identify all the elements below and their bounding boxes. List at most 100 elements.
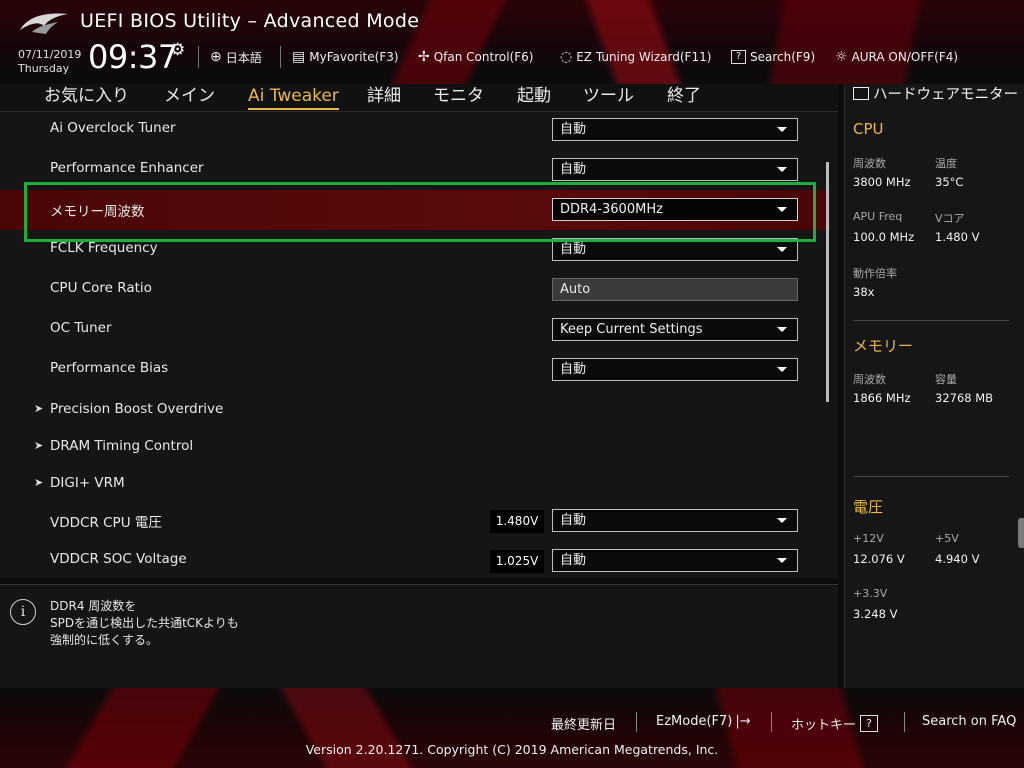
vddcr-cpu-voltage-select[interactable]: 自動 [552, 509, 798, 532]
ez-tuning-wizard-button[interactable]: ◌ EZ Tuning Wizard(F11) [560, 47, 711, 67]
help-text-line: 強制的に低くする。 [50, 633, 159, 647]
cpu-section-heading: CPU [853, 120, 884, 138]
globe-icon: ⊕ [210, 49, 222, 65]
apu-freq-label: APU Freq [853, 210, 903, 223]
dropdown-arrow-icon [777, 247, 787, 252]
submenu-precision-boost-overdrive[interactable]: ➤ Precision Boost Overdrive [0, 391, 830, 431]
setting-row-vddcr-soc-voltage[interactable]: VDDCR SOC Voltage 1.025V 自動 [0, 541, 830, 578]
memory-freq-label: 周波数 [853, 373, 886, 386]
footer-divider [771, 712, 772, 732]
setting-label: Performance Enhancer [50, 160, 204, 176]
header: UEFI BIOS Utility – Advanced Mode 07/11/… [0, 0, 1024, 84]
dropdown-arrow-icon [777, 558, 787, 563]
help-box-icon: ? [731, 50, 746, 64]
footer-divider [636, 712, 637, 732]
setting-label: DIGI+ VRM [50, 475, 125, 491]
hotkeys-button[interactable]: ホットキー ? [791, 714, 879, 733]
setting-label: Ai Overclock Tuner [50, 120, 176, 136]
tab-ai-tweaker[interactable]: Ai Tweaker [248, 84, 339, 112]
search-button[interactable]: ? Search(F9) [731, 47, 815, 67]
header-divider [280, 46, 281, 68]
monitor-icon [853, 87, 869, 100]
submenu-arrow-icon: ➤ [34, 439, 44, 452]
v12-value: 12.076 V [853, 552, 905, 566]
setting-label: OC Tuner [50, 320, 112, 336]
hardware-monitor-panel: ハードウェアモニター CPU 周波数 温度 3800 MHz 35°C APU … [844, 84, 1024, 688]
tab-monitor[interactable]: モニタ [433, 84, 484, 112]
lightbulb-icon: ◌ [560, 49, 573, 65]
settings-scrollbar[interactable] [826, 162, 829, 402]
time-display: 09:37 [88, 38, 178, 76]
qfan-control-button[interactable]: ✢ Qfan Control(F6) [418, 47, 533, 67]
setting-row-performance-bias[interactable]: Performance Bias 自動 [0, 350, 830, 390]
performance-bias-select[interactable]: 自動 [552, 358, 798, 381]
v5-label: +5V [935, 532, 959, 545]
help-info-panel: i DDR4 周波数を SPDを通じ検出した共通tCKよりも 強制的に低くする。 [0, 584, 838, 688]
aura-light-icon: ☼ [835, 49, 848, 65]
voltage-readout: 1.025V [490, 550, 544, 573]
dropdown-arrow-icon [777, 167, 787, 172]
setting-label: Performance Bias [50, 360, 169, 376]
setting-row-vddcr-cpu-voltage[interactable]: VDDCR CPU 電圧 1.480V 自動 [0, 501, 830, 541]
last-modified-button[interactable]: 最終更新日 [551, 714, 616, 733]
tab-advanced[interactable]: 詳細 [367, 84, 401, 112]
tab-main[interactable]: メイン [164, 84, 215, 112]
submenu-arrow-icon: ➤ [34, 402, 44, 415]
v5-value: 4.940 V [935, 552, 980, 566]
v12-label: +12V [853, 532, 884, 545]
tab-boot[interactable]: 起動 [517, 84, 551, 112]
setting-row-oc-tuner[interactable]: OC Tuner Keep Current Settings [0, 310, 830, 350]
voltage-readout: 1.480V [490, 510, 544, 533]
setting-row-cpu-core-ratio[interactable]: CPU Core Ratio Auto [0, 270, 830, 310]
favorite-list-icon: ▤ [292, 49, 306, 65]
rog-logo-icon [20, 13, 68, 34]
apu-freq-value: 100.0 MHz [853, 230, 915, 244]
dropdown-arrow-icon [777, 367, 787, 372]
submenu-dram-timing-control[interactable]: ➤ DRAM Timing Control [0, 428, 830, 468]
vcore-label: Vコア [935, 212, 965, 225]
tab-exit[interactable]: 終了 [667, 84, 701, 112]
help-text-line: SPDを通じ検出した共通tCKよりも [50, 616, 239, 630]
dropdown-arrow-icon [777, 327, 787, 332]
footer-divider [904, 712, 905, 732]
search-faq-button[interactable]: Search on FAQ [922, 714, 1016, 729]
selection-highlight-box [24, 182, 816, 242]
ezmode-button[interactable]: EzMode(F7) |→ [656, 714, 751, 729]
info-icon: i [10, 599, 36, 625]
myfavorite-button[interactable]: ▤ MyFavorite(F3) [292, 47, 399, 67]
monitor-divider [853, 320, 1009, 321]
setting-row-ai-overclock-tuner[interactable]: Ai Overclock Tuner 自動 [0, 112, 830, 150]
aura-toggle-button[interactable]: ☼ AURA ON/OFF(F4) [835, 47, 958, 67]
performance-enhancer-select[interactable]: 自動 [552, 158, 798, 181]
dropdown-arrow-icon [777, 518, 787, 523]
date-display: 07/11/2019 Thursday [18, 48, 82, 75]
cpu-freq-label: 周波数 [853, 157, 886, 170]
main-tabs: お気に入り メイン Ai Tweaker 詳細 モニタ 起動 ツール 終了 [0, 84, 838, 112]
setting-label: DRAM Timing Control [50, 438, 194, 454]
vddcr-soc-voltage-select[interactable]: 自動 [552, 549, 798, 572]
tab-tool[interactable]: ツール [583, 84, 634, 112]
cpu-temp-label: 温度 [935, 157, 957, 170]
memory-capacity-label: 容量 [935, 373, 957, 386]
cpu-temp-value: 35°C [935, 175, 964, 189]
ai-overclock-tuner-select[interactable]: 自動 [552, 118, 798, 141]
oc-tuner-select[interactable]: Keep Current Settings [552, 318, 798, 341]
ratio-value: 38x [853, 285, 875, 299]
memory-freq-value: 1866 MHz [853, 391, 911, 405]
monitor-collapse-handle[interactable] [1018, 518, 1024, 548]
setting-label: CPU Core Ratio [50, 280, 152, 296]
cpu-core-ratio-field[interactable]: Auto [552, 278, 798, 301]
memory-section-heading: メモリー [853, 337, 914, 355]
submenu-digi-vrm[interactable]: ➤ DIGI+ VRM [0, 465, 830, 505]
monitor-divider [853, 476, 1009, 477]
header-divider [198, 46, 199, 68]
vcore-value: 1.480 V [935, 230, 980, 244]
fan-icon: ✢ [418, 49, 430, 65]
dropdown-arrow-icon [777, 127, 787, 132]
voltage-section-heading: 電圧 [853, 498, 884, 516]
language-button[interactable]: ⊕ 日本語 [210, 47, 262, 67]
tab-favorites[interactable]: お気に入り [44, 84, 129, 112]
v33-value: 3.248 V [853, 607, 898, 621]
submenu-arrow-icon: ➤ [34, 476, 44, 489]
gear-icon[interactable]: ⚙ [170, 40, 185, 60]
